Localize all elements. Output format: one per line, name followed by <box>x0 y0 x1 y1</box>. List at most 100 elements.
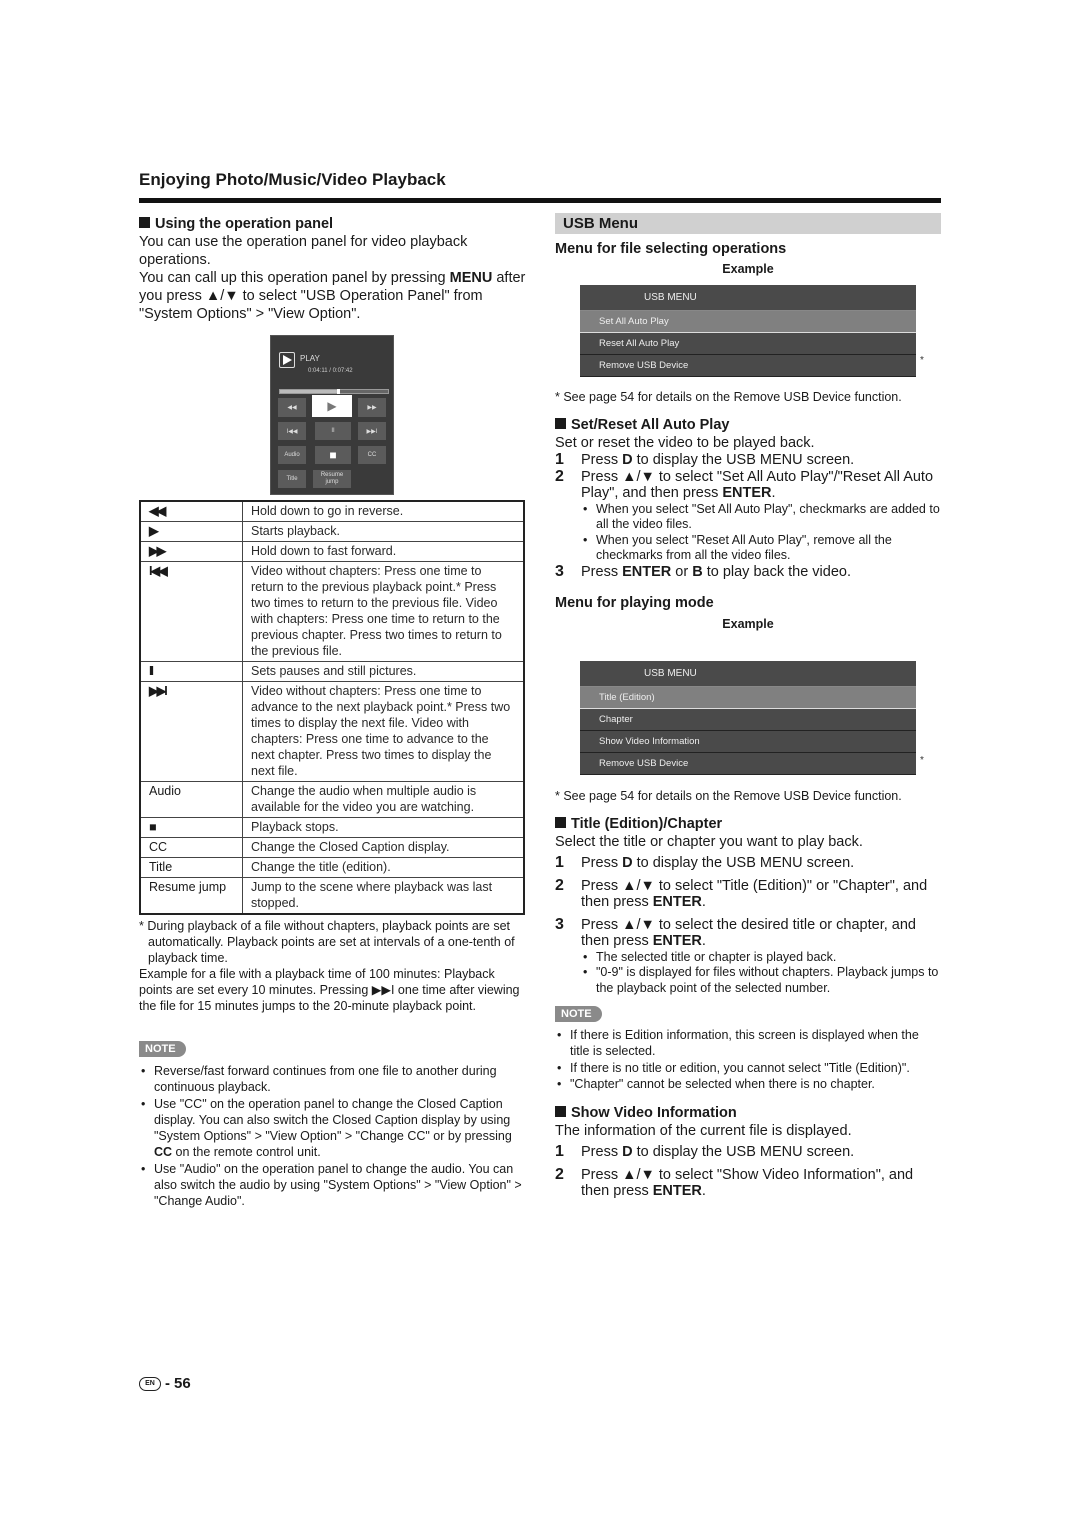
panel-status: PLAY <box>300 354 320 363</box>
fast-forward-button[interactable]: ▶▶ <box>358 398 386 417</box>
note-item: Use "Audio" on the operation panel to ch… <box>139 1161 529 1210</box>
pause-button[interactable]: II <box>315 422 351 440</box>
control-key: II <box>139 661 243 682</box>
usb-menu-item[interactable]: Reset All Auto Play <box>580 333 916 355</box>
section-heading: Using the operation panel <box>139 215 529 233</box>
usb-menu-item[interactable]: Title (Edition) <box>580 687 916 709</box>
control-description: Sets pauses and still pictures. <box>242 661 525 682</box>
control-description: Starts playback. <box>242 521 525 542</box>
title-button[interactable]: Title <box>278 470 306 488</box>
control-key: CC <box>139 837 243 858</box>
step-notes: The selected title or chapter is played … <box>581 950 941 997</box>
asterisk: * <box>920 355 924 366</box>
table-row: ▶▶I Video without chapters: Press one tim… <box>139 681 525 782</box>
cc-button[interactable]: CC <box>358 446 386 464</box>
note-item: When you select "Set All Auto Play", che… <box>581 502 941 533</box>
table-row: Title Change the title (edition). <box>139 857 525 878</box>
progress-bar[interactable] <box>279 389 389 394</box>
set-reset-steps: 1 Press D to display the USB MENU screen.… <box>555 451 941 580</box>
progress-knob[interactable] <box>337 389 341 394</box>
table-row: ■ Playback stops. <box>139 817 525 838</box>
step: 1 Press D to display the USB MENU screen. <box>555 451 855 468</box>
operation-panel-section: Using the operation panel You can use th… <box>139 215 529 323</box>
table-row: ▶▶ Hold down to fast forward. <box>139 541 525 562</box>
note-item: When you select "Reset All Auto Play", r… <box>581 533 941 564</box>
note-item: Reverse/fast forward continues from one … <box>139 1063 529 1096</box>
previous-button[interactable]: I◀◀ <box>278 422 306 440</box>
control-key: ■ <box>139 817 243 838</box>
set-reset-heading: Set/Reset All Auto Play <box>555 416 941 434</box>
step: 3 Press ▲/▼ to select the desired title o… <box>555 916 941 997</box>
note-item: "Chapter" cannot be selected when there … <box>555 1076 941 1093</box>
usb-menu-title: USB MENU <box>580 661 916 687</box>
right-note-list: If there is Edition information, this sc… <box>555 1027 941 1092</box>
rewind-button[interactable]: ◀◀ <box>278 398 306 417</box>
control-description: Playback stops. <box>242 817 525 838</box>
language-en-icon: EN <box>139 1376 161 1391</box>
page-number: EN - 56 <box>139 1375 191 1392</box>
control-description: Video without chapters: Press one time t… <box>242 681 525 782</box>
square-bullet-icon <box>555 817 566 828</box>
operation-table: ◀◀ Hold down to go in reverse. ▶ Starts pla… <box>139 500 525 915</box>
file-ops-heading: Menu for file selecting operations <box>555 241 787 257</box>
show-video-heading: Show Video Information <box>555 1104 941 1122</box>
title-chapter-steps: 1 Press D to display the USB MENU screen.… <box>555 854 941 997</box>
table-row: CC Change the Closed Caption display. <box>139 837 525 858</box>
usb-menu-item[interactable]: Remove USB Device <box>580 355 916 377</box>
left-note: NOTE Reverse/fast forward continues from… <box>139 1039 529 1210</box>
control-key: Audio <box>139 781 243 818</box>
progress-fill <box>280 390 339 393</box>
playback-example: Example for a file with a playback time … <box>139 967 520 1013</box>
resume-jump-button[interactable]: Resume jump <box>313 470 351 488</box>
control-description: Video without chapters: Press one time t… <box>242 561 525 662</box>
operation-panel: PLAY 0:04:11 / 0:07:42 ◀◀ ▶ ▶▶ I◀◀ II ▶▶… <box>270 335 394 495</box>
control-description: Hold down to fast forward. <box>242 541 525 562</box>
title-chapter-heading: Title (Edition)/Chapter <box>555 815 941 833</box>
note-item: If there is no title or edition, you can… <box>555 1060 941 1077</box>
control-key: ▶▶I <box>139 681 243 782</box>
audio-button[interactable]: Audio <box>278 446 306 464</box>
page-title: Enjoying Photo/Music/Video Playback <box>139 170 446 189</box>
usb-menu-title: USB MENU <box>580 285 916 311</box>
step: 2 Press ▲/▼ to select "Show Video Informa… <box>555 1165 914 1200</box>
control-description: Jump to the scene where playback was las… <box>242 877 525 915</box>
right-body-1: * See page 54 for details on the Remove … <box>555 389 941 631</box>
usb-menu-section: USB Menu Menu for file selecting operati… <box>555 213 941 276</box>
step: 3 Press ENTER or B to play back the video… <box>555 562 852 580</box>
control-key: Resume jump <box>139 877 243 915</box>
stop-button[interactable]: ■ <box>315 446 351 464</box>
example-label: Example <box>722 617 774 631</box>
step: 1 Press D to display the USB MENU screen. <box>555 854 855 871</box>
usb-menu-item[interactable]: Chapter <box>580 709 916 731</box>
control-key: ◀◀ <box>139 500 243 522</box>
step: 2 Press ▲/▼ to select "Title (Edition)" o… <box>555 876 928 910</box>
usb-menu-item[interactable]: Show Video Information <box>580 731 916 753</box>
remove-usb-footnote: * See page 54 for details on the Remove … <box>555 390 902 404</box>
left-note-list: Reverse/fast forward continues from one … <box>139 1063 529 1210</box>
square-bullet-icon <box>555 1106 566 1118</box>
usb-menu-item[interactable]: Remove USB Device <box>580 753 916 775</box>
usb-menu-item[interactable]: Set All Auto Play <box>580 311 916 333</box>
next-button[interactable]: ▶▶I <box>358 422 386 440</box>
set-reset-intro: Set or reset the video to be played back… <box>555 435 815 451</box>
table-row: ◀◀ Hold down to go in reverse. <box>139 500 525 522</box>
table-row: Resume jump Jump to the scene where playb… <box>139 877 525 915</box>
control-description: Hold down to go in reverse. <box>242 500 525 522</box>
usb-menu-heading: USB Menu <box>555 213 941 234</box>
right-body-2: * See page 54 for details on the Remove … <box>555 788 941 1200</box>
intro-text: You can use the operation panel for vide… <box>139 234 468 268</box>
note-item: If there is Edition information, this sc… <box>555 1027 941 1060</box>
note-badge: NOTE <box>555 1006 602 1022</box>
note-item: The selected title or chapter is played … <box>581 950 941 966</box>
remove-usb-footnote: * See page 54 for details on the Remove … <box>555 789 902 803</box>
play-button[interactable]: ▶ <box>312 395 352 417</box>
note-badge: NOTE <box>139 1041 186 1057</box>
usb-menu-file-ops: USB MENU Set All Auto Play Reset All Auto… <box>580 285 916 377</box>
control-description: Change the audio when multiple audio is … <box>242 781 525 818</box>
note-item: Use "CC" on the operation panel to chang… <box>139 1096 529 1161</box>
control-description: Change the title (edition). <box>242 857 525 878</box>
control-key: I◀◀ <box>139 561 243 662</box>
table-row: II Sets pauses and still pictures. <box>139 661 525 682</box>
square-bullet-icon <box>139 217 150 228</box>
step-notes: When you select "Set All Auto Play", che… <box>581 502 941 564</box>
